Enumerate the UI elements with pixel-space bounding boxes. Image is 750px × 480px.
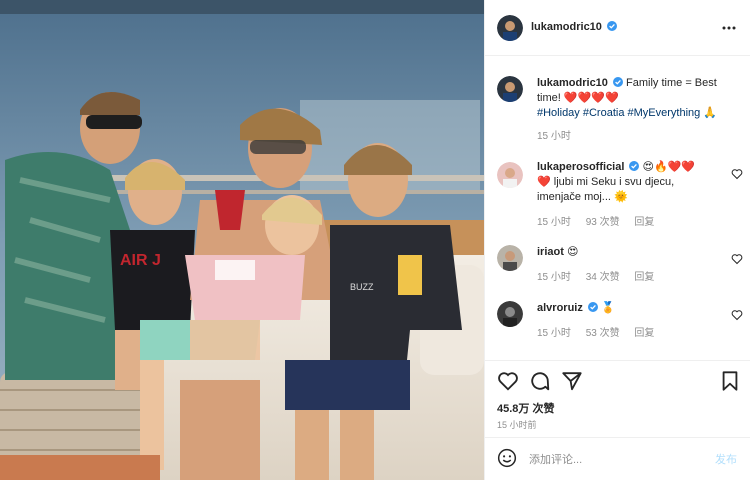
comment-text: 😍: [566, 246, 579, 258]
divider: [485, 360, 750, 361]
caption-meta: 15 小时: [537, 129, 742, 144]
comment-likes[interactable]: 34 次赞: [586, 272, 620, 283]
author-name-row: lukamodric10: [531, 21, 617, 33]
post-comment-button[interactable]: 发布: [715, 451, 737, 467]
verified-icon: [587, 302, 598, 312]
post-time[interactable]: 15 小时前: [497, 418, 537, 431]
comment-likes[interactable]: 93 次赞: [586, 217, 620, 228]
heart-icon[interactable]: [731, 253, 743, 265]
comment-likes[interactable]: 53 次赞: [586, 328, 620, 339]
heart-icon[interactable]: [497, 370, 519, 392]
comment-reply[interactable]: 回复: [634, 328, 654, 339]
author-username[interactable]: lukamodric10: [531, 21, 602, 33]
commenter-avatar[interactable]: [497, 162, 523, 188]
author-avatar[interactable]: [497, 15, 523, 41]
commenter-avatar[interactable]: [497, 301, 523, 327]
comment-reply[interactable]: 回复: [634, 217, 654, 228]
comment-text: 😍🔥❤️❤️: [642, 161, 696, 173]
emoji-icon[interactable]: [497, 448, 517, 468]
comment-text: imenjače moj... 🌞: [537, 191, 628, 203]
heart-icon[interactable]: [731, 168, 743, 180]
bookmark-icon[interactable]: [719, 370, 741, 392]
comment-text: 🏅: [600, 302, 615, 314]
svg-text:BUZZ: BUZZ: [350, 282, 374, 292]
verified-icon: [606, 21, 617, 31]
caption-emoji: 🙏: [703, 107, 718, 119]
post-actions: [497, 370, 741, 394]
comment-input[interactable]: 添加评论...: [529, 451, 582, 467]
caption-username[interactable]: lukamodric10: [537, 77, 608, 89]
caption-time[interactable]: 15 小时: [537, 131, 571, 142]
comment-reply[interactable]: 回复: [634, 272, 654, 283]
post-photo[interactable]: AIR J BUZZ: [0, 0, 484, 480]
verified-icon: [629, 161, 640, 171]
comment-username[interactable]: iriaot: [537, 246, 564, 258]
comment-meta: 15 小时 53 次赞 回复: [537, 326, 715, 341]
verified-icon: [612, 77, 623, 87]
comment-text-block: iriaot 😍 15 小时 34 次赞 回复: [537, 245, 715, 285]
post-header: lukamodric10: [485, 0, 750, 56]
hashtag-holiday[interactable]: #Holiday: [537, 107, 580, 119]
comment-text: ❤️ ljubi mi Seku i svu djecu,: [537, 176, 675, 188]
comment-text-block: lukaperosofficial 😍🔥❤️❤️ ❤️ ljubi mi Sek…: [537, 160, 715, 230]
hashtag-myeverything[interactable]: #MyEverything: [628, 107, 701, 119]
comment-username[interactable]: alvroruiz: [537, 302, 583, 314]
comment-time[interactable]: 15 小时: [537, 272, 571, 283]
post-side-panel: lukamodric10 lukamodric10 Family time = …: [484, 0, 750, 480]
comment-time[interactable]: 15 小时: [537, 217, 571, 228]
add-comment-bar: 添加评论... 发布: [485, 438, 750, 480]
svg-text:AIR J: AIR J: [120, 252, 161, 269]
comment-meta: 15 小时 93 次赞 回复: [537, 215, 715, 230]
hashtag-croatia[interactable]: #Croatia: [583, 107, 625, 119]
comment-username[interactable]: lukaperosofficial: [537, 161, 624, 173]
comment-icon[interactable]: [529, 370, 551, 392]
more-icon[interactable]: [721, 20, 737, 36]
comment-meta: 15 小时 34 次赞 回复: [537, 270, 715, 285]
caption-text-block: lukamodric10 Family time = Best time! ❤️…: [537, 76, 742, 144]
family-photo-image: AIR J BUZZ: [0, 0, 484, 480]
commenter-avatar[interactable]: [497, 245, 523, 271]
caption-avatar[interactable]: [497, 76, 523, 102]
share-icon[interactable]: [561, 370, 583, 392]
comment-time[interactable]: 15 小时: [537, 328, 571, 339]
heart-icon[interactable]: [731, 309, 743, 321]
likes-count[interactable]: 45.8万 次赞: [497, 400, 554, 416]
comment-text-block: alvroruiz 🏅 15 小时 53 次赞 回复: [537, 301, 715, 341]
